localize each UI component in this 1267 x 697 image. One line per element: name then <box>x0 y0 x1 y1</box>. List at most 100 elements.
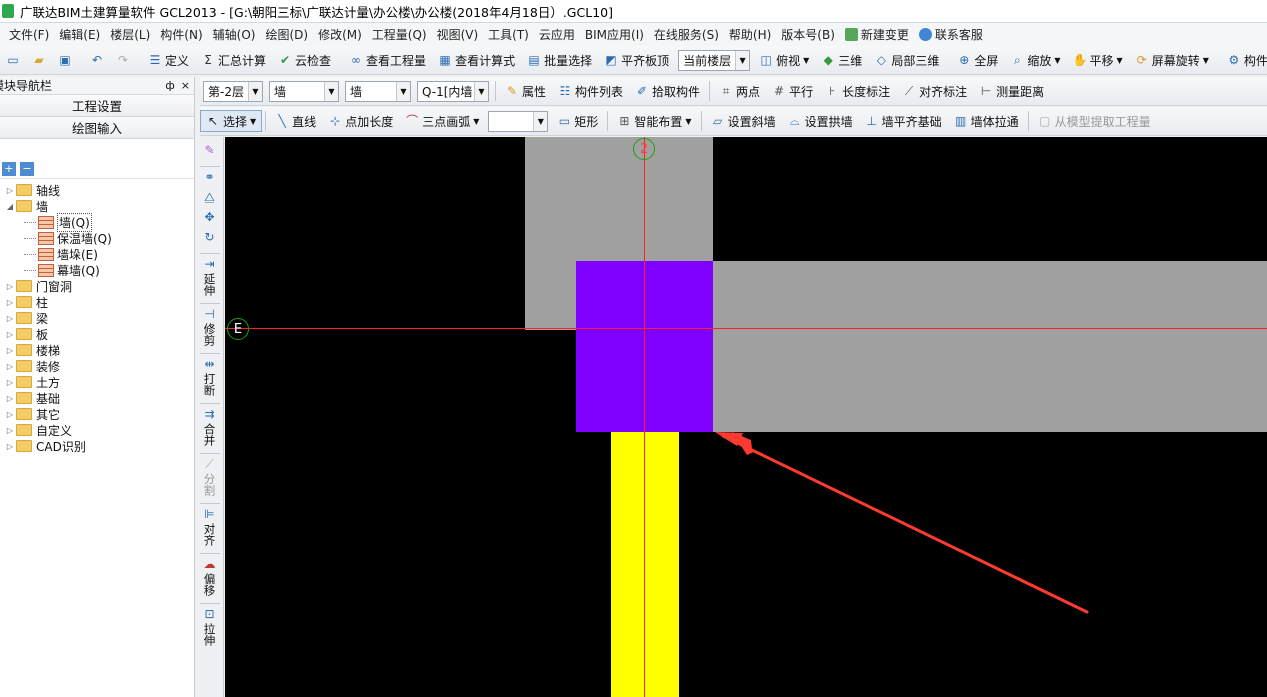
tree-item-decoration[interactable]: ▷ 装修 <box>0 358 194 374</box>
menu-support[interactable]: 联系客服 <box>914 26 988 43</box>
expand-icon[interactable]: ▷ <box>4 346 16 355</box>
tree-item-earthwork[interactable]: ▷ 土方 <box>0 374 194 390</box>
extract-quantity-button[interactable]: ▢ 从模型提取工程量 <box>1032 110 1157 132</box>
subtype-select[interactable]: 墙 ▼ <box>345 80 411 102</box>
stretch-button[interactable]: ⊡ 拉伸 <box>203 607 217 646</box>
point-length-button[interactable]: ⊹ 点加长度 <box>322 110 399 132</box>
expand-icon[interactable]: ▷ <box>4 314 16 323</box>
undo-button[interactable]: ↶ <box>84 49 110 71</box>
flush-top-button[interactable]: ◩ 平齐板顶 <box>598 49 675 71</box>
component-select[interactable]: Q-1[内墙 ▼ <box>417 80 489 102</box>
floor-view-combo[interactable]: 当前楼层 ▼ <box>678 49 751 71</box>
menu-file[interactable]: 文件(F) <box>4 26 54 43</box>
menu-modify[interactable]: 修改(M) <box>313 26 367 43</box>
expand-icon[interactable]: ▷ <box>4 330 16 339</box>
collapse-icon[interactable]: ◢ <box>4 202 16 211</box>
extend-button[interactable]: ⇥ 延伸 <box>203 257 217 296</box>
fullscreen-button[interactable]: ⊕ 全屏 <box>951 49 1004 71</box>
new-file-button[interactable]: ▭ <box>0 49 26 71</box>
redo-button[interactable]: ↷ <box>110 49 136 71</box>
expand-icon[interactable]: ▷ <box>4 186 16 195</box>
slope-wall-button[interactable]: ▱ 设置斜墙 <box>705 110 782 132</box>
expand-icon[interactable]: ▷ <box>4 426 16 435</box>
partial-3d-button[interactable]: ◇ 局部三维 <box>868 49 945 71</box>
offset-button[interactable]: ☁ 偏移 <box>203 557 217 596</box>
expand-icon[interactable]: ▷ <box>4 378 16 387</box>
expand-icon[interactable]: ▷ <box>4 442 16 451</box>
tree-item-other[interactable]: ▷ 其它 <box>0 406 194 422</box>
tree-item-cad[interactable]: ▷ CAD识别 <box>0 438 194 454</box>
tree-item-wall[interactable]: ◢ 墙 <box>0 198 194 214</box>
menu-new-change[interactable]: 新建变更 <box>840 26 914 43</box>
tree-item-foundation[interactable]: ▷ 基础 <box>0 390 194 406</box>
expand-icon[interactable]: ▷ <box>4 410 16 419</box>
tree-item-curtain-wall[interactable]: 幕墙(Q) <box>0 262 194 278</box>
menu-online[interactable]: 在线服务(S) <box>649 26 724 43</box>
tree-item-beam[interactable]: ▷ 梁 <box>0 310 194 326</box>
split-button[interactable]: ⟋ 分割 <box>203 457 217 496</box>
wall-stretch-button[interactable]: ▥ 墙体拉通 <box>948 110 1025 132</box>
sum-button[interactable]: Σ 汇总计算 <box>195 49 272 71</box>
break-button[interactable]: ⇹ 打断 <box>203 357 217 396</box>
zoom-button[interactable]: ⌕ 缩放 ▼ <box>1004 49 1066 71</box>
rotate-button[interactable]: ⟳ 屏幕旋转 ▼ <box>1129 49 1215 71</box>
close-icon[interactable]: × <box>181 79 190 92</box>
expand-icon[interactable]: ▷ <box>4 394 16 403</box>
trim-button[interactable]: ⊣ 修剪 <box>203 307 217 346</box>
menu-version[interactable]: 版本号(B) <box>776 26 840 43</box>
expand-all-icon[interactable]: + <box>2 161 16 176</box>
drawing-canvas[interactable]: 2 E <box>225 137 1267 697</box>
expand-icon[interactable]: ▷ <box>4 362 16 371</box>
menu-floor[interactable]: 楼层(L) <box>105 26 155 43</box>
three-point-arc-button[interactable]: ⌒ 三点画弧 ▼ <box>399 110 485 132</box>
tree-item-insulation-wall[interactable]: 保温墙(Q) <box>0 230 194 246</box>
floor-select[interactable]: 第-2层 ▼ <box>203 80 263 102</box>
pick-component-button[interactable]: ✐ 拾取构件 <box>629 80 706 102</box>
batch-select-button[interactable]: ▤ 批量选择 <box>521 49 598 71</box>
tree-item-openings[interactable]: ▷ 门窗洞 <box>0 278 194 294</box>
view-quantity-button[interactable]: ∞ 查看工程量 <box>343 49 432 71</box>
define-button[interactable]: ☰ 定义 <box>142 49 195 71</box>
smart-layout-button[interactable]: ⊞ 智能布置 ▼ <box>611 110 697 132</box>
project-settings-button[interactable]: 工程设置 <box>0 95 194 117</box>
two-points-button[interactable]: ⌗ 两点 <box>713 80 766 102</box>
wall-align-foundation-button[interactable]: ⊥ 墙平齐基础 <box>859 110 948 132</box>
mirror-button[interactable]: ⧋ <box>203 190 217 206</box>
expand-icon[interactable]: ▷ <box>4 282 16 291</box>
merge-button[interactable]: ⇉ 合并 <box>203 407 217 446</box>
view-formula-button[interactable]: ▦ 查看计算式 <box>432 49 521 71</box>
rectangle-button[interactable]: ▭ 矩形 <box>551 110 604 132</box>
copy-button[interactable]: ⚭ <box>203 170 217 186</box>
menu-quantity[interactable]: 工程量(Q) <box>367 26 432 43</box>
menu-aux-axis[interactable]: 辅轴(O) <box>208 26 261 43</box>
brush-button[interactable]: ✎ <box>203 143 217 159</box>
properties-button[interactable]: ✎ 属性 <box>499 80 552 102</box>
menu-draw[interactable]: 绘图(D) <box>260 26 313 43</box>
rotate-button[interactable]: ↻ <box>203 230 217 246</box>
menu-component[interactable]: 构件(N) <box>155 26 207 43</box>
tree-item-wall-q[interactable]: 墙(Q) <box>0 212 194 232</box>
parallel-button[interactable]: # 平行 <box>766 80 819 102</box>
menu-tools[interactable]: 工具(T) <box>483 26 534 43</box>
component-list-button[interactable]: ☷ 构件列表 <box>552 80 629 102</box>
tree-item-axis[interactable]: ▷ 轴线 <box>0 182 194 198</box>
open-file-button[interactable]: ▰ <box>26 49 52 71</box>
drawing-input-button[interactable]: 绘图输入 <box>0 117 194 139</box>
tree-item-wall-pier[interactable]: 墙垛(E) <box>0 246 194 262</box>
menu-view[interactable]: 视图(V) <box>432 26 484 43</box>
type-select[interactable]: 墙 ▼ <box>269 80 339 102</box>
aligned-dim-button[interactable]: ⟋ 对齐标注 <box>896 80 973 102</box>
top-view-button[interactable]: ◫ 俯视 ▼ <box>753 49 815 71</box>
menu-bim[interactable]: BIM应用(I) <box>580 26 649 43</box>
expand-icon[interactable]: ▷ <box>4 298 16 307</box>
menu-cloud[interactable]: 云应用 <box>534 26 580 43</box>
tree-item-column[interactable]: ▷ 柱 <box>0 294 194 310</box>
select-button[interactable]: ↖ 选择 ▼ <box>200 110 263 132</box>
length-dim-button[interactable]: ⊦ 长度标注 <box>819 80 896 102</box>
align-button[interactable]: ⊫ 对齐 <box>203 507 217 546</box>
arc-option-select[interactable]: ▼ <box>488 110 549 132</box>
line-button[interactable]: ╲ 直线 <box>269 110 322 132</box>
save-button[interactable]: ▣ <box>52 49 78 71</box>
pan-button[interactable]: ✋ 平移 ▼ <box>1067 49 1129 71</box>
menu-help[interactable]: 帮助(H) <box>724 26 776 43</box>
